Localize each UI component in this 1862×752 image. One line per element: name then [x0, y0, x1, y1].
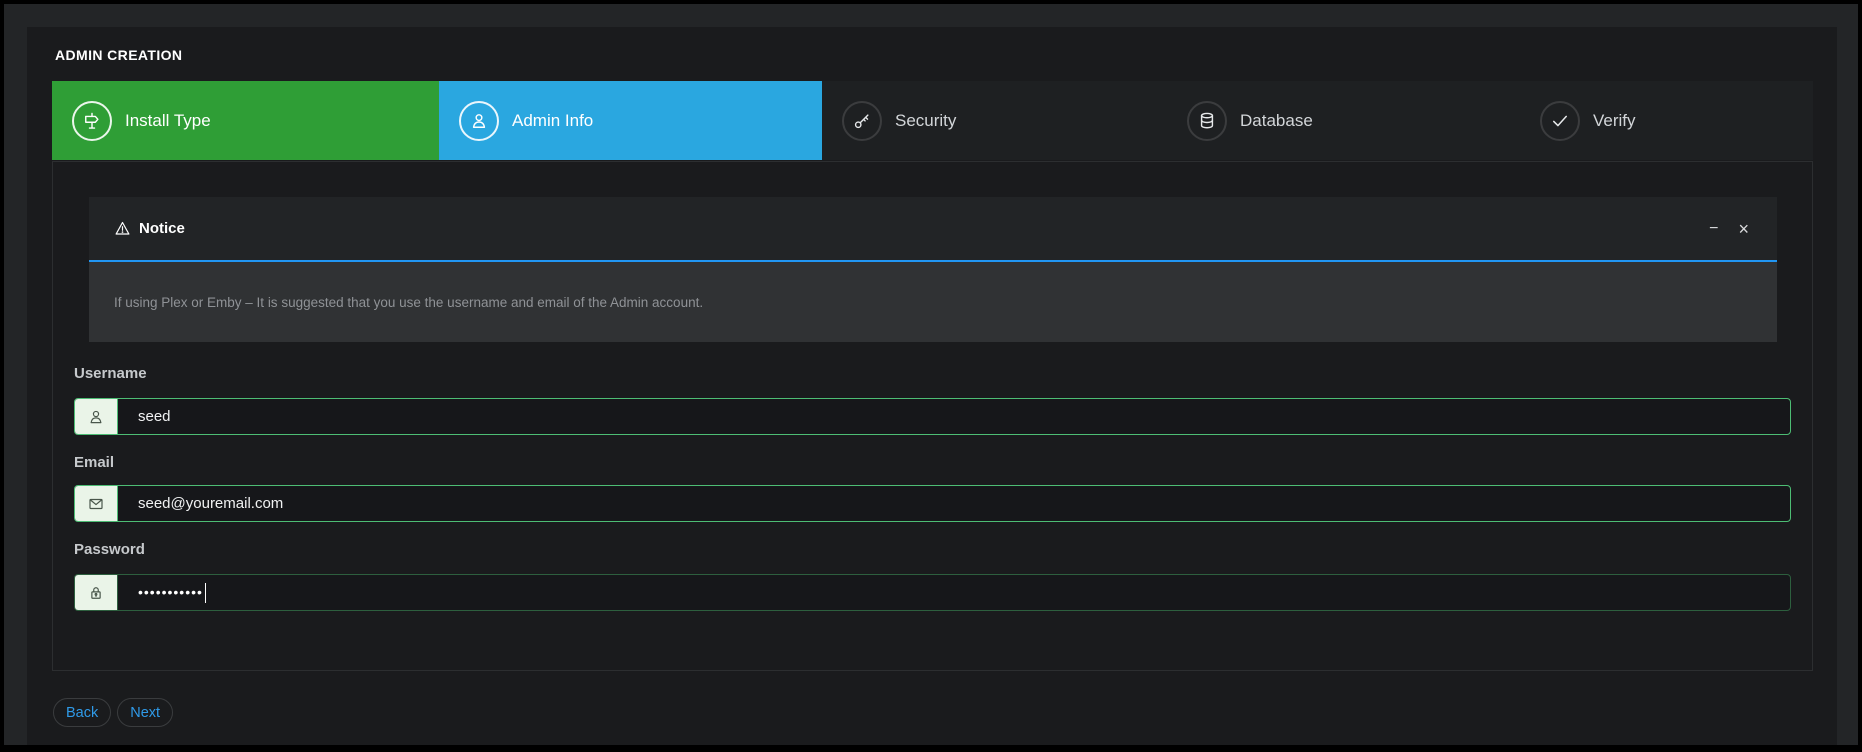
minimize-notice-button[interactable]: − [1705, 219, 1722, 239]
tab-label: Database [1240, 111, 1313, 131]
tab-install-type[interactable]: Install Type [52, 81, 439, 160]
notice-title: Notice [139, 220, 185, 237]
password-field-group: ••••••••••• [74, 574, 1791, 611]
notice-alert: Notice − × If using Plex or Emby – It is… [89, 197, 1777, 342]
tab-database[interactable]: Database [1167, 81, 1520, 160]
wizard-actions: Back Next [53, 698, 173, 727]
email-input[interactable] [118, 486, 1790, 521]
lock-icon [75, 575, 118, 610]
admin-creation-card: ADMIN CREATION Install Type [27, 27, 1837, 745]
signpost-icon [72, 101, 112, 141]
next-button[interactable]: Next [117, 698, 173, 727]
tab-content-panel: Notice − × If using Plex or Emby – It is… [52, 161, 1813, 671]
email-label: Email [74, 454, 114, 471]
text-caret [205, 583, 207, 603]
tab-admin-info[interactable]: Admin Info [439, 81, 822, 160]
tab-label: Admin Info [512, 111, 593, 131]
database-icon [1187, 101, 1227, 141]
username-input[interactable] [118, 399, 1790, 434]
notice-header: Notice − × [89, 197, 1777, 260]
username-label: Username [74, 365, 147, 382]
tab-label: Install Type [125, 111, 211, 131]
email-field-group [74, 485, 1791, 522]
warning-icon [114, 220, 131, 237]
tab-security[interactable]: Security [822, 81, 1167, 160]
tab-verify[interactable]: Verify [1520, 81, 1813, 160]
tab-label: Security [895, 111, 956, 131]
tab-label: Verify [1593, 111, 1636, 131]
wizard-tabs: Install Type Admin Info [52, 81, 1813, 160]
key-icon [842, 101, 882, 141]
check-icon [1540, 101, 1580, 141]
close-notice-button[interactable]: × [1734, 218, 1753, 240]
screen: ADMIN CREATION Install Type [0, 0, 1862, 752]
notice-body-text: If using Plex or Emby – It is suggested … [89, 262, 1777, 342]
user-icon [75, 399, 118, 434]
username-field-group [74, 398, 1791, 435]
password-label: Password [74, 541, 145, 558]
user-icon [459, 101, 499, 141]
password-masked-value: ••••••••••• [138, 585, 203, 599]
password-input[interactable]: ••••••••••• [118, 575, 1790, 610]
back-button[interactable]: Back [53, 698, 111, 727]
envelope-icon [75, 486, 118, 521]
page-title: ADMIN CREATION [55, 47, 182, 63]
